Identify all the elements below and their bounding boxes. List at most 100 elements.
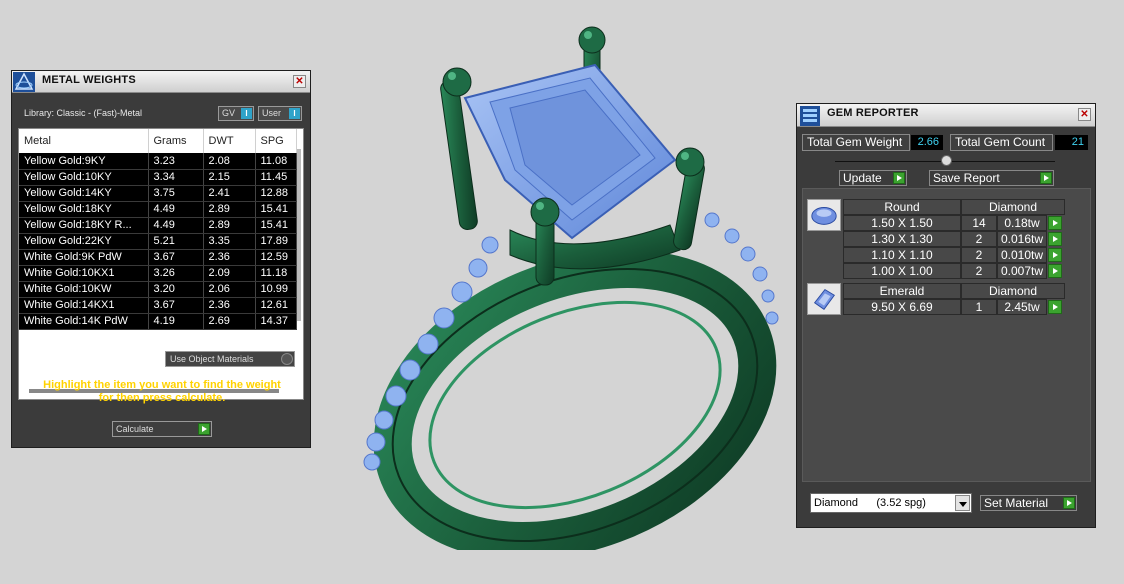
cell-dwt: 2.36 [203, 297, 256, 314]
cell-metal: Yellow Gold:10KY [19, 169, 149, 186]
cell-dwt: 2.09 [203, 265, 256, 282]
select-gems-arrow-icon[interactable] [1048, 248, 1062, 262]
gv-toggle[interactable]: GV I [218, 106, 254, 121]
gem-reporter-title: GEM REPORTER [827, 107, 919, 119]
select-gems-arrow-icon[interactable] [1048, 264, 1062, 278]
use-object-materials-label: Use Object Materials [170, 354, 254, 364]
slider-handle[interactable] [941, 155, 952, 166]
total-gem-count-label: Total Gem Count [950, 134, 1053, 151]
cell-grams: 3.23 [148, 153, 204, 170]
table-row[interactable]: Yellow Gold:18KY R... 4.49 2.89 15.41 [19, 217, 297, 234]
select-gems-arrow-icon[interactable] [1048, 232, 1062, 246]
gem-list: Round Diamond 1.50 X 1.50 14 0.18tw 1.30… [802, 188, 1091, 482]
gem-weight: 0.010tw [997, 247, 1047, 263]
play-arrow-icon [198, 423, 210, 435]
cell-grams: 3.75 [148, 185, 204, 202]
vertical-scrollbar[interactable] [297, 149, 301, 321]
metal-weights-panel: METAL WEIGHTS ✕ Library: Classic - (Fast… [11, 70, 311, 448]
table-row[interactable]: Yellow Gold:14KY 3.75 2.41 12.88 [19, 185, 297, 202]
table-row[interactable]: Yellow Gold:18KY 4.49 2.89 15.41 [19, 201, 297, 218]
table-row[interactable]: White Gold:14K PdW 4.19 2.69 14.37 [19, 313, 297, 330]
gem-count: 2 [961, 231, 997, 247]
cell-dwt: 2.06 [203, 281, 256, 298]
play-arrow-icon [893, 172, 905, 184]
instruction-line-1: Highlight the item you want to find the … [43, 379, 281, 391]
cell-grams: 3.34 [148, 169, 204, 186]
gem-weight: 0.18tw [997, 215, 1047, 231]
cell-spg: 17.89 [255, 233, 297, 250]
user-toggle[interactable]: User I [258, 106, 302, 121]
update-label: Update [843, 171, 882, 185]
gem-count: 2 [961, 263, 997, 279]
user-label: User [262, 108, 282, 118]
metal-weights-titlebar[interactable]: METAL WEIGHTS ✕ [12, 71, 310, 93]
cell-dwt: 2.15 [203, 169, 256, 186]
cell-spg: 15.41 [255, 201, 297, 218]
close-icon[interactable]: ✕ [1078, 108, 1091, 121]
save-report-button[interactable]: Save Report [929, 170, 1054, 186]
gem-count: 1 [961, 299, 997, 315]
toggle-icon: I [289, 108, 300, 119]
cell-metal: White Gold:10KX1 [19, 265, 149, 282]
table-row[interactable]: White Gold:9K PdW 3.67 2.36 12.59 [19, 249, 297, 266]
material-select[interactable]: Diamond (3.52 spg) [810, 493, 972, 513]
calculate-button[interactable]: Calculate [112, 421, 212, 437]
metal-weights-app-icon [13, 72, 35, 92]
gem-size: 1.50 X 1.50 [843, 215, 961, 231]
gv-label: GV [222, 108, 236, 118]
calculate-label: Calculate [116, 424, 154, 434]
cell-dwt: 2.69 [203, 313, 256, 330]
column-header-grams[interactable]: Grams [148, 129, 204, 153]
cell-dwt: 2.41 [203, 185, 256, 202]
cell-metal: Yellow Gold:9KY [19, 153, 149, 170]
gem-size: 1.30 X 1.30 [843, 231, 961, 247]
cell-grams: 4.19 [148, 313, 204, 330]
cell-grams: 4.49 [148, 201, 204, 218]
select-gems-arrow-icon[interactable] [1048, 300, 1062, 314]
gem-reporter-titlebar[interactable]: GEM REPORTER ✕ [797, 104, 1095, 127]
round-gem-icon[interactable] [807, 199, 841, 231]
table-row[interactable]: Yellow Gold:10KY 3.34 2.15 11.45 [19, 169, 297, 186]
cell-spg: 10.99 [255, 281, 297, 298]
ring-3d-model[interactable] [340, 10, 790, 550]
cell-metal: Yellow Gold:14KY [19, 185, 149, 202]
cell-dwt: 2.08 [203, 153, 256, 170]
column-header-dwt[interactable]: DWT [203, 129, 256, 153]
table-row[interactable]: Yellow Gold:22KY 5.21 3.35 17.89 [19, 233, 297, 250]
cell-grams: 3.67 [148, 249, 204, 266]
library-label: Library: Classic - (Fast)-Metal [24, 108, 143, 118]
total-gem-weight-value: 2.66 [911, 135, 943, 150]
emerald-gem-icon[interactable] [807, 283, 841, 315]
table-row[interactable]: White Gold:14KX1 3.67 2.36 12.61 [19, 297, 297, 314]
column-header-metal[interactable]: Metal [19, 129, 149, 153]
gem-size: 1.00 X 1.00 [843, 263, 961, 279]
table-row[interactable]: White Gold:10KW 3.20 2.06 10.99 [19, 281, 297, 298]
cell-spg: 15.41 [255, 217, 297, 234]
cell-grams: 5.21 [148, 233, 204, 250]
column-header-spg[interactable]: SPG [255, 129, 297, 153]
gem-count: 2 [961, 247, 997, 263]
table-row[interactable]: White Gold:10KX1 3.26 2.09 11.18 [19, 265, 297, 282]
set-material-button[interactable]: Set Material [980, 495, 1077, 511]
table-row[interactable]: Yellow Gold:9KY 3.23 2.08 11.08 [19, 153, 297, 170]
chevron-down-icon[interactable] [955, 495, 970, 511]
total-gem-count-value: 21 [1055, 135, 1088, 150]
set-material-label: Set Material [984, 496, 1049, 510]
cell-dwt: 2.89 [203, 201, 256, 218]
gem-reporter-app-icon [800, 106, 820, 126]
metal-weights-title: METAL WEIGHTS [42, 74, 136, 86]
use-object-materials-toggle[interactable]: Use Object Materials [165, 351, 295, 367]
cell-spg: 12.61 [255, 297, 297, 314]
select-gems-arrow-icon[interactable] [1048, 216, 1062, 230]
cell-metal: Yellow Gold:18KY R... [19, 217, 149, 234]
cell-grams: 3.67 [148, 297, 204, 314]
toggle-icon: I [241, 108, 252, 119]
close-icon[interactable]: ✕ [293, 75, 306, 88]
cell-metal: White Gold:9K PdW [19, 249, 149, 266]
gem-count: 14 [961, 215, 997, 231]
update-button[interactable]: Update [839, 170, 907, 186]
gem-weight: 2.45tw [997, 299, 1047, 315]
save-report-label: Save Report [933, 171, 1000, 185]
cell-metal: Yellow Gold:22KY [19, 233, 149, 250]
radio-icon [281, 353, 293, 365]
